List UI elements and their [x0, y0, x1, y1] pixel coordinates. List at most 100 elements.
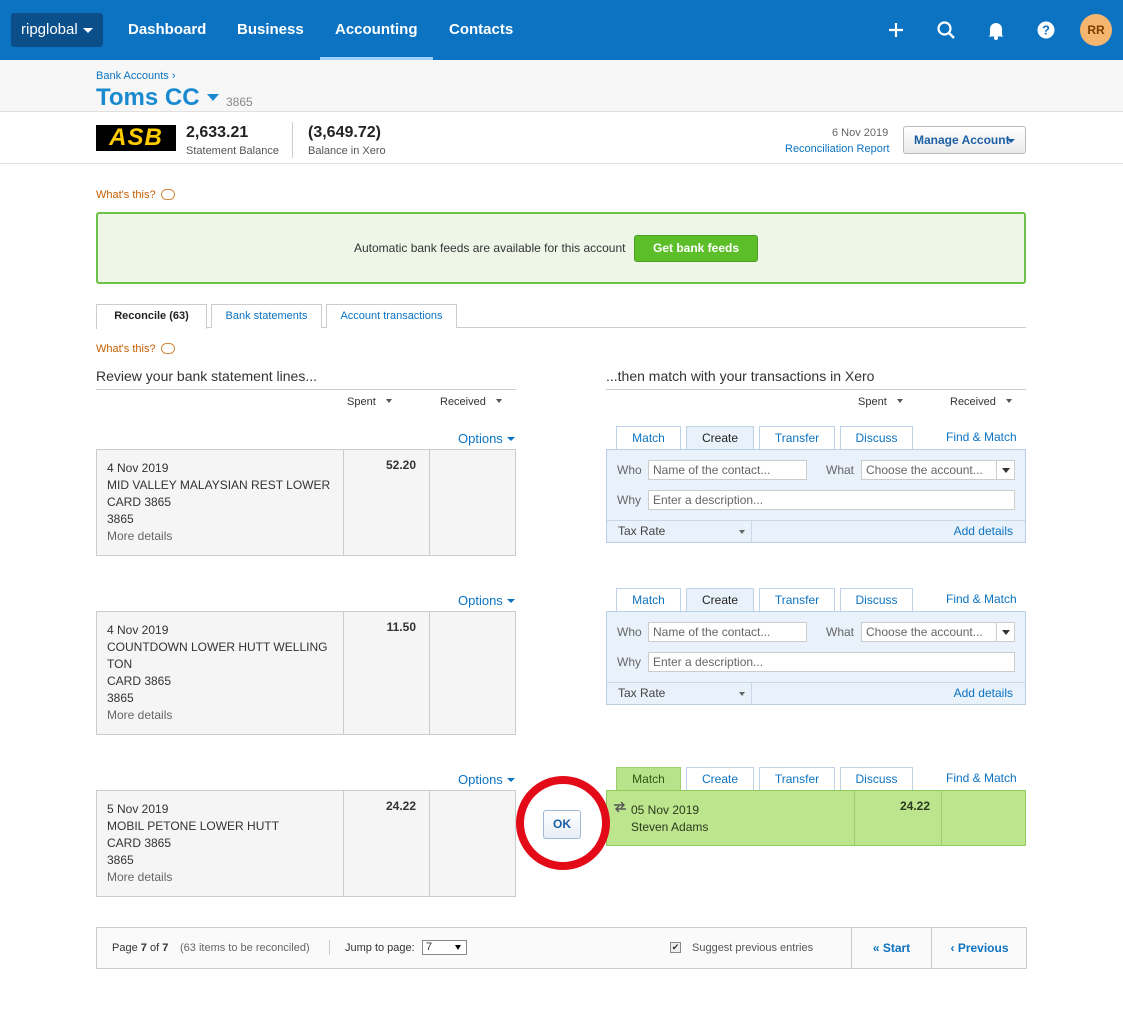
statement-payee-cont: TON [107, 657, 133, 671]
tab-transfer[interactable]: Transfer [759, 767, 835, 790]
highlight-circle [516, 776, 610, 870]
more-details-link[interactable]: More details [107, 869, 279, 886]
divider [606, 389, 1026, 390]
speech-bubble-icon [160, 189, 175, 200]
whats-this-link[interactable]: What's this? [96, 343, 175, 355]
bell-icon[interactable] [984, 18, 1008, 42]
statement-balance: 2,633.21 [186, 124, 249, 141]
account-select[interactable]: Choose the account... [861, 622, 1015, 642]
match-contact: Steven Adams [631, 820, 709, 834]
tab-reconcile[interactable]: Reconcile (63) [96, 304, 207, 329]
statement-payee: MOBIL PETONE LOWER HUTT [107, 819, 280, 833]
match-date: 05 Nov 2019 [631, 803, 700, 817]
page-indicator: Page 7 of 7 [112, 942, 169, 954]
account-select[interactable]: Choose the account... [861, 460, 1015, 480]
xero-transactions-heading: ...then match with your transactions in … [606, 368, 875, 384]
user-avatar[interactable]: RR [1080, 14, 1112, 46]
contact-input[interactable]: Name of the contact... [648, 460, 807, 480]
breadcrumb-bank-accounts[interactable]: Bank Accounts › [96, 70, 176, 82]
why-label: Why [617, 655, 641, 669]
options-menu[interactable]: Options [458, 772, 515, 787]
find-and-match-link[interactable]: Find & Match [946, 592, 1017, 606]
what-label: What [826, 625, 855, 639]
received-column-header[interactable]: Received [440, 396, 502, 408]
svg-text:?: ? [1042, 23, 1050, 38]
organisation-menu-button[interactable]: ripglobal [11, 13, 103, 47]
plus-icon[interactable] [884, 18, 908, 42]
tax-rate-select[interactable]: Tax Rate [607, 683, 752, 704]
divider [329, 940, 330, 955]
divider [96, 389, 516, 390]
tab-create[interactable]: Create [686, 767, 754, 790]
spent-amount: 11.50 [386, 620, 416, 634]
received-column-header[interactable]: Received [950, 396, 1012, 408]
jump-to-page-select[interactable]: 7 [422, 940, 467, 955]
tab-account-transactions[interactable]: Account transactions [326, 304, 457, 328]
items-remaining: (63 items to be reconciled) [180, 942, 310, 954]
suggest-previous-label: Suggest previous entries [692, 942, 814, 954]
tab-discuss[interactable]: Discuss [840, 426, 913, 449]
matched-transaction[interactable]: 05 Nov 2019 Steven Adams 24.22 [606, 790, 1026, 846]
who-label: Who [617, 625, 642, 639]
get-bank-feeds-button[interactable]: Get bank feeds [634, 235, 758, 262]
statement-line: 5 Nov 2019 MOBIL PETONE LOWER HUTT CARD … [96, 790, 516, 897]
start-button[interactable]: « Start [851, 927, 931, 969]
spent-column-header[interactable]: Spent [858, 396, 903, 408]
nav-business[interactable]: Business [237, 0, 304, 60]
statement-lines-heading: Review your bank statement lines... [96, 368, 317, 384]
spent-amount: 52.20 [385, 458, 416, 472]
chevron-down-icon [83, 28, 93, 33]
tab-create[interactable]: Create [686, 588, 754, 612]
xero-balance: (3,649.72) [308, 124, 381, 141]
tab-transfer[interactable]: Transfer [759, 426, 835, 449]
statement-balance-label: Statement Balance [186, 145, 279, 157]
bank-logo: ASB [96, 125, 176, 151]
nav-accounting[interactable]: Accounting [320, 0, 432, 60]
description-input[interactable]: Enter a description... [648, 652, 1015, 672]
find-and-match-link[interactable]: Find & Match [946, 771, 1017, 785]
options-menu[interactable]: Options [458, 431, 515, 446]
statement-date: 4 Nov 2019 [107, 461, 169, 475]
statement-code: 3865 [107, 512, 134, 526]
tab-match[interactable]: Match [616, 767, 681, 791]
nav-contacts[interactable]: Contacts [449, 0, 513, 60]
spent-column-header[interactable]: Spent [347, 396, 392, 408]
suggest-previous-checkbox[interactable]: ✔ [670, 942, 681, 953]
add-details-link[interactable]: Add details [954, 686, 1013, 700]
search-icon[interactable] [934, 18, 958, 42]
help-icon[interactable]: ? [1034, 18, 1058, 42]
whats-this-label: What's this? [96, 189, 156, 201]
tab-match[interactable]: Match [616, 426, 681, 449]
more-details-link[interactable]: More details [107, 707, 327, 724]
divider [292, 122, 293, 158]
create-transaction-form: Who Name of the contact... What Choose t… [606, 449, 1026, 543]
tax-rate-select[interactable]: Tax Rate [607, 521, 752, 542]
chevron-down-icon[interactable] [207, 94, 219, 101]
statement-code: 3865 [107, 691, 134, 705]
find-and-match-link[interactable]: Find & Match [946, 430, 1017, 444]
statement-date: 4 Nov 2019 [107, 623, 169, 637]
tab-bank-statements[interactable]: Bank statements [211, 304, 322, 328]
tab-match[interactable]: Match [616, 588, 681, 611]
tab-create[interactable]: Create [686, 426, 754, 450]
manage-account-label: Manage Account [914, 133, 1010, 147]
whats-this-link[interactable]: What's this? [96, 189, 175, 201]
manage-account-button[interactable]: Manage Account [903, 126, 1026, 154]
statement-reference: CARD 3865 [107, 495, 172, 509]
more-details-link[interactable]: More details [107, 528, 330, 545]
speech-bubble-icon [160, 343, 175, 354]
nav-dashboard[interactable]: Dashboard [128, 0, 206, 60]
options-menu[interactable]: Options [458, 593, 515, 608]
tab-transfer[interactable]: Transfer [759, 588, 835, 611]
reconciliation-date: 6 Nov 2019 [832, 127, 889, 139]
contact-input[interactable]: Name of the contact... [648, 622, 807, 642]
reconciliation-report-link[interactable]: Reconciliation Report [785, 143, 890, 155]
previous-button[interactable]: ‹ Previous [931, 927, 1027, 969]
add-details-link[interactable]: Add details [954, 524, 1013, 538]
description-input[interactable]: Enter a description... [648, 490, 1015, 510]
whats-this-label: What's this? [96, 343, 156, 355]
account-title[interactable]: Toms CC [96, 84, 200, 112]
tab-discuss[interactable]: Discuss [840, 588, 913, 611]
account-number: 3865 [226, 95, 253, 109]
tab-discuss[interactable]: Discuss [840, 767, 913, 790]
